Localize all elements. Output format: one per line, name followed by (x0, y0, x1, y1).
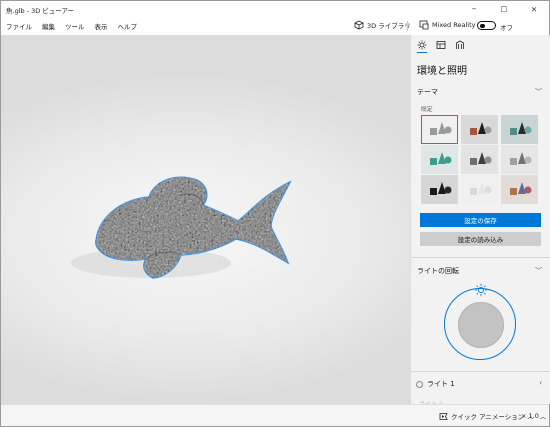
3d-viewport[interactable] (1, 35, 410, 404)
3d-library-button[interactable]: 3D ライブラリ (354, 20, 411, 30)
theme-preview (510, 182, 532, 195)
animation-play-icon (439, 412, 448, 420)
theme-white[interactable] (461, 175, 498, 204)
theme-preview (510, 152, 532, 165)
theme-section-header[interactable]: テーマ (417, 87, 438, 97)
animation-tab-icon (456, 40, 464, 49)
light-1-radio[interactable] (416, 380, 423, 388)
light-rotation-header[interactable]: ライトの回転 (417, 266, 459, 276)
toggle-state-label: オフ (500, 24, 513, 32)
minimize-button[interactable]: – (459, 1, 489, 17)
preset-label: 既定 (421, 107, 433, 113)
window-title: 魚.glb - 3D ビューアー (6, 7, 75, 15)
theme-preview (430, 122, 452, 135)
theme-preview (510, 122, 532, 135)
theme-dark[interactable] (421, 175, 458, 204)
theme-default[interactable] (421, 115, 458, 144)
chevron-up-icon[interactable]: ︿ (540, 412, 546, 421)
panel-tabs (417, 40, 465, 53)
quick-animation-button[interactable]: クイック アニメーション ︿ (439, 411, 533, 421)
toggle-knob (480, 23, 485, 28)
tab-animation[interactable] (455, 40, 465, 52)
theme-gray-metal[interactable] (461, 145, 498, 174)
status-bar: クイック アニメーション ︿ × 1.0 ︿ (1, 404, 549, 426)
light-1-label: ライト 1 (427, 380, 455, 388)
properties-panel: 環境と照明 テーマ ﹀ 既定 設定の保存 設定の読み込み ライトの回転 ﹀ ライ… (410, 35, 550, 408)
theme-silver[interactable] (501, 145, 538, 174)
menu-file[interactable]: ファイル (6, 21, 32, 31)
chevron-down-icon[interactable]: ﹀ (535, 87, 542, 97)
theme-teal-dark[interactable] (501, 115, 538, 144)
light-rotation-dial[interactable] (444, 288, 516, 360)
theme-preview (470, 182, 492, 195)
mixed-reality-button[interactable]: Mixed Reality (419, 20, 475, 30)
light-rotation-sphere[interactable] (458, 302, 504, 348)
main-menu: ファイル 編集 ツール 表示 ヘルプ (6, 21, 137, 31)
3d-scene[interactable] (1, 35, 410, 404)
theme-preview (430, 182, 452, 195)
menu-tools[interactable]: ツール (65, 21, 85, 31)
theme-warm[interactable] (461, 115, 498, 144)
light-1-row[interactable]: ライト 1 (416, 379, 455, 389)
lighting-tab-icon (417, 40, 427, 50)
theme-preview (430, 152, 452, 165)
save-settings-button[interactable]: 設定の保存 (420, 213, 541, 227)
theme-preview (470, 122, 492, 135)
stats-tab-icon (436, 41, 446, 49)
section-divider (411, 257, 550, 258)
load-settings-button[interactable]: 設定の読み込み (420, 232, 541, 246)
theme-copper[interactable] (501, 175, 538, 204)
chevron-left-icon[interactable]: ‹ (539, 379, 542, 387)
mixed-reality-toggle[interactable] (477, 21, 496, 30)
close-button[interactable]: ✕ (519, 1, 549, 17)
menu-separator (407, 21, 408, 31)
theme-teal[interactable] (421, 145, 458, 174)
menu-view[interactable]: 表示 (95, 21, 108, 31)
menu-bar: ファイル 編集 ツール 表示 ヘルプ 3D ライブラリ Mixed Realit… (1, 17, 549, 35)
quick-animation-label: クイック アニメーション (451, 413, 525, 421)
chevron-down-icon[interactable]: ﹀ (535, 266, 542, 276)
mixed-reality-label: Mixed Reality (432, 21, 476, 29)
cube-icon (354, 20, 364, 30)
3d-library-label: 3D ライブラリ (367, 22, 411, 30)
maximize-button[interactable]: ☐ (489, 1, 519, 17)
menu-edit[interactable]: 編集 (42, 21, 55, 31)
theme-grid (421, 115, 548, 204)
section-divider (411, 371, 550, 372)
menu-help[interactable]: ヘルプ (118, 21, 138, 31)
tab-environment-lighting[interactable] (417, 40, 427, 53)
playback-speed[interactable]: × 1.0 (521, 412, 539, 420)
panel-title: 環境と照明 (417, 66, 467, 77)
theme-preview (470, 152, 492, 165)
title-bar: 魚.glb - 3D ビューアー – ☐ ✕ (1, 1, 549, 17)
tab-stats-shading[interactable] (436, 40, 446, 52)
mixed-reality-icon (419, 20, 429, 30)
